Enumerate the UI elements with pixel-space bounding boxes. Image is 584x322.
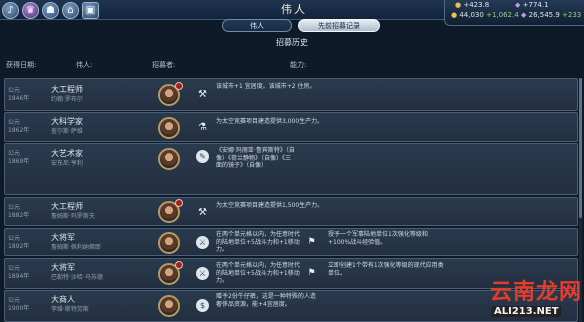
row-ability: 赠予2份牛仔裤，这是一种特殊的人造奢侈品资源，能+4宜居度。 bbox=[216, 293, 316, 308]
hammer-icon: ⚒ bbox=[198, 207, 207, 218]
row-sub: 詹姆斯·佩利纳佛耶 bbox=[51, 244, 101, 251]
section-title: 招募历史 bbox=[276, 38, 308, 47]
sword-icon: ⚔ bbox=[196, 236, 209, 249]
sword-icon: ⚔ bbox=[196, 267, 209, 280]
civ-badge bbox=[175, 82, 183, 90]
row-date: 公元1862年 bbox=[8, 119, 30, 134]
row-sub: 巴勒特·沙哈·马苏德 bbox=[51, 274, 103, 281]
government-icon[interactable]: ♛ bbox=[22, 1, 39, 19]
column-person: 伟人: bbox=[76, 61, 93, 69]
faith-rate: ◆ +774.1 bbox=[515, 1, 549, 9]
palette-icon: ✎ bbox=[196, 150, 209, 163]
avatar bbox=[158, 117, 180, 139]
table-row: 公元1846年 大工程师 约翰·罗布尔 ⚒ 该城市+1 宜居度。该城市+2 住房… bbox=[4, 78, 578, 111]
science-icon: ⚗ bbox=[198, 122, 207, 133]
row-ability-2: 立即创建1个带有1次强化等级的现代应用类单位。 bbox=[328, 262, 444, 277]
tab-bar: 伟人 先前招募记录 bbox=[222, 19, 380, 32]
row-ability: 该城市+1 宜居度。该城市+2 住房。 bbox=[216, 83, 316, 90]
city-icon[interactable]: ⌂ bbox=[62, 1, 79, 19]
row-date: 公元1894年 bbox=[8, 265, 30, 280]
row-ability: 为太空竞赛项目建造提供3,000生产力。 bbox=[216, 118, 324, 125]
coin-icon: $ bbox=[196, 299, 209, 312]
flag-icon: ⚑ bbox=[307, 237, 316, 247]
tab-great-people[interactable]: 伟人 bbox=[222, 19, 292, 32]
table-row: 公元1862年 大科学家 查尔斯·萨维 ⚗ 为太空竞赛项目建造提供3,000生产… bbox=[4, 112, 578, 142]
row-sub: 安东尼·亨利 bbox=[51, 160, 83, 167]
civ-badge bbox=[175, 261, 183, 269]
row-date: 公元1882年 bbox=[8, 204, 30, 219]
table-row: 公元1869年 大艺术家 安东尼·亨利 ✎ 《安娜·玛丽亚·鲁宾斯特》（自像）《… bbox=[4, 143, 578, 195]
table-row: 公元1882年 大工程师 詹姆斯·玛罗斯夫 ⚒ 为太空竞赛项目建造提供1,500… bbox=[4, 197, 578, 226]
row-date: 公元1892年 bbox=[8, 235, 30, 250]
row-ability-2: 授予一个军事陆地单位1次强化等级和+100%战斗经验值。 bbox=[328, 231, 428, 246]
culture-icon[interactable]: ♪ bbox=[2, 1, 19, 19]
column-effect: 能力: bbox=[290, 61, 307, 69]
row-ability: 在两个单元格以内，为任意时代的陆地单位+5战斗力和+1移动力。 bbox=[216, 262, 301, 284]
row-date: 公元1869年 bbox=[8, 150, 30, 165]
row-date: 公元1846年 bbox=[8, 87, 30, 102]
row-ability: 为太空竞赛项目建造提供1,500生产力。 bbox=[216, 202, 324, 209]
resource-panel: ● +423.8 ◆ +774.1 ● 44,030 +1,062.4 ◆ 26… bbox=[444, 0, 584, 26]
table-row: 公元1892年 大将军 詹姆斯·佩利纳佛耶 ⚔ 在两个单元格以内，为任意时代的陆… bbox=[4, 228, 578, 256]
row-sub: 查尔斯·萨维 bbox=[51, 128, 83, 135]
row-date: 公元1900年 bbox=[8, 297, 30, 312]
avatar bbox=[158, 148, 180, 170]
greatworks-icon[interactable]: ▣ bbox=[82, 1, 99, 19]
watermark-en: ALI213.NET bbox=[492, 306, 561, 317]
civ-badge bbox=[175, 199, 183, 207]
avatar bbox=[158, 295, 180, 317]
scrollbar-thumb[interactable] bbox=[579, 78, 582, 218]
watermark-cn: 云南龙网 bbox=[490, 279, 583, 305]
row-ability: 在两个单元格以内，为任意时代的陆地单位+5战斗力和+1移动力。 bbox=[216, 231, 301, 253]
row-ability: 《安娜·玛丽亚·鲁宾斯特》（自像）《荷兰静物》（自像）《三面的镜子》（自像） bbox=[216, 147, 295, 169]
watermark: 云南龙网 ALI213.NET bbox=[484, 274, 584, 322]
row-sub: 约翰·罗布尔 bbox=[51, 96, 83, 103]
page-title: 伟人 bbox=[281, 3, 307, 16]
tab-previously-recruited[interactable]: 先前招募记录 bbox=[298, 19, 380, 32]
faith-total: ◆ 26,545.9 +233 bbox=[521, 11, 582, 19]
gold-rate: ● +423.8 bbox=[455, 1, 490, 9]
row-sub: 李维·斯特劳斯 bbox=[51, 306, 89, 313]
gold-total: ● 44,030 +1,062.4 bbox=[451, 11, 519, 19]
column-recruiter: 招募者: bbox=[152, 61, 176, 69]
hammer-icon: ⚒ bbox=[198, 89, 207, 100]
column-date: 获得日期: bbox=[6, 61, 37, 69]
row-sub: 詹姆斯·玛罗斯夫 bbox=[51, 213, 95, 220]
religion-icon[interactable]: ☗ bbox=[42, 1, 59, 19]
hud-icons: ♪ ♛ ☗ ⌂ ▣ bbox=[2, 0, 99, 20]
avatar bbox=[158, 232, 180, 254]
flag-icon: ⚑ bbox=[307, 268, 316, 278]
